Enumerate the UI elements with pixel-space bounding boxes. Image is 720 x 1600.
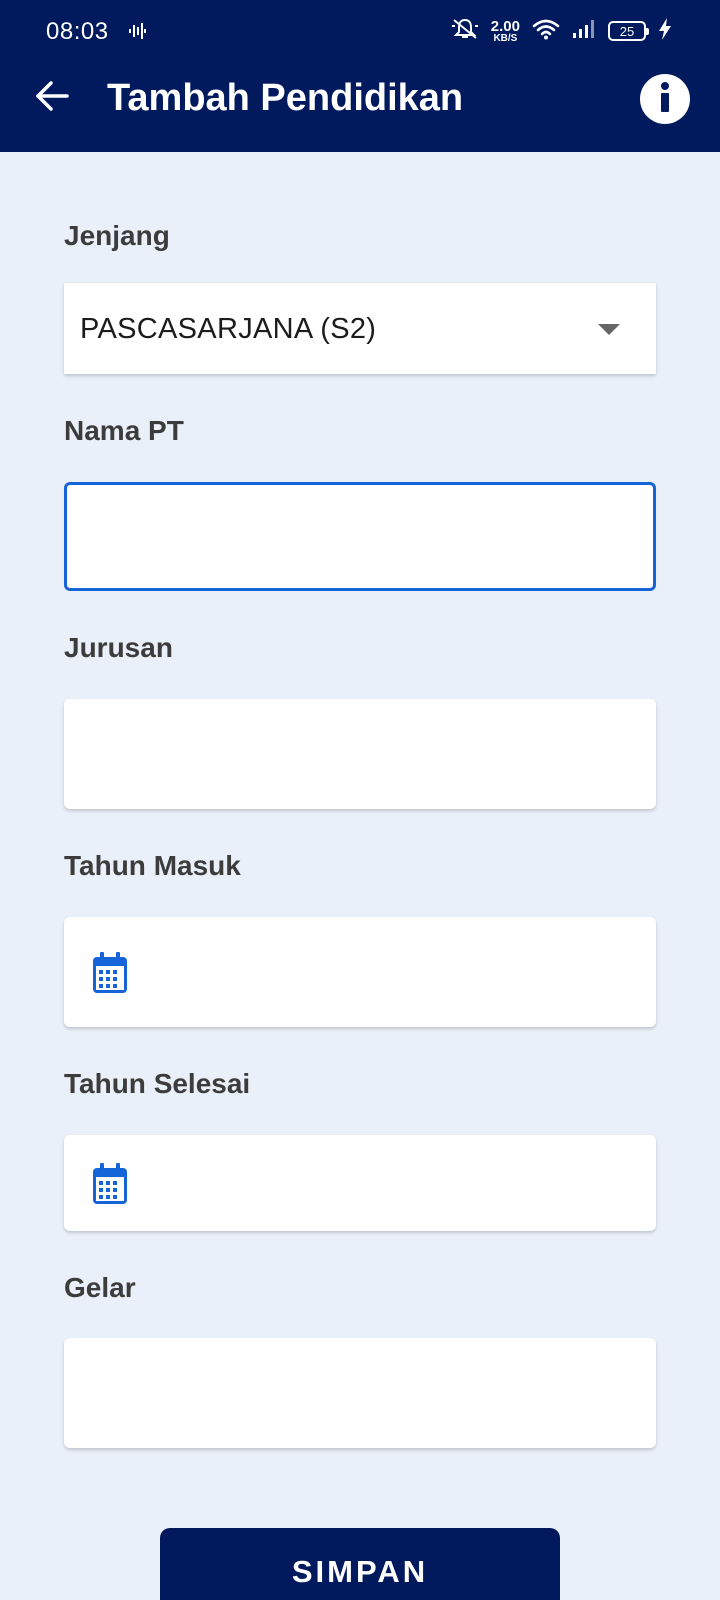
nama-pt-input[interactable]: [67, 485, 653, 588]
tahun-masuk-label: Tahun Masuk: [64, 850, 241, 881]
status-icons: 2.00 KB/S 25: [451, 16, 672, 46]
gelar-input[interactable]: [64, 1338, 656, 1448]
info-button[interactable]: [640, 74, 690, 124]
page-title: Tambah Pendidikan: [107, 77, 464, 119]
network-speed-value: 2.00: [490, 17, 520, 35]
network-speed-unit: KB/S: [493, 32, 518, 44]
calendar-icon[interactable]: [92, 952, 128, 999]
charging-icon: [658, 17, 672, 45]
jenjang-label: Jenjang: [64, 220, 170, 251]
gelar-field[interactable]: [64, 1338, 656, 1448]
bell-off-icon: [451, 17, 479, 46]
audio-wave-icon: [128, 22, 146, 45]
tahun-masuk-field[interactable]: [64, 917, 656, 1027]
app-bar: Tambah Pendidikan: [0, 62, 720, 152]
wifi-icon: [532, 18, 560, 45]
jenjang-selected-value: PASCASARJANA (S2): [80, 313, 377, 345]
nama-pt-field[interactable]: [64, 482, 656, 591]
network-speed: 2.00 KB/S: [491, 19, 520, 44]
back-button[interactable]: [30, 76, 74, 120]
jenjang-dropdown[interactable]: PASCASARJANA (S2): [64, 282, 656, 374]
nama-pt-label: Nama PT: [64, 415, 184, 446]
jurusan-field[interactable]: [64, 699, 656, 809]
arrow-left-icon: [35, 80, 69, 116]
calendar-icon[interactable]: [92, 1163, 128, 1210]
tahun-selesai-field[interactable]: [64, 1135, 656, 1231]
signal-icon: [572, 19, 596, 44]
info-icon: [659, 81, 671, 118]
jurusan-input[interactable]: [64, 699, 656, 809]
status-time: 08:03: [46, 18, 109, 45]
caret-down-icon: [598, 323, 620, 341]
battery-icon: 25: [608, 21, 649, 41]
tahun-selesai-label: Tahun Selesai: [64, 1068, 251, 1099]
jurusan-label: Jurusan: [64, 632, 173, 663]
status-bar: 08:03 2.00 KB/S 25: [0, 0, 720, 62]
save-button[interactable]: SIMPAN: [160, 1528, 560, 1600]
gelar-label: Gelar: [64, 1272, 136, 1303]
